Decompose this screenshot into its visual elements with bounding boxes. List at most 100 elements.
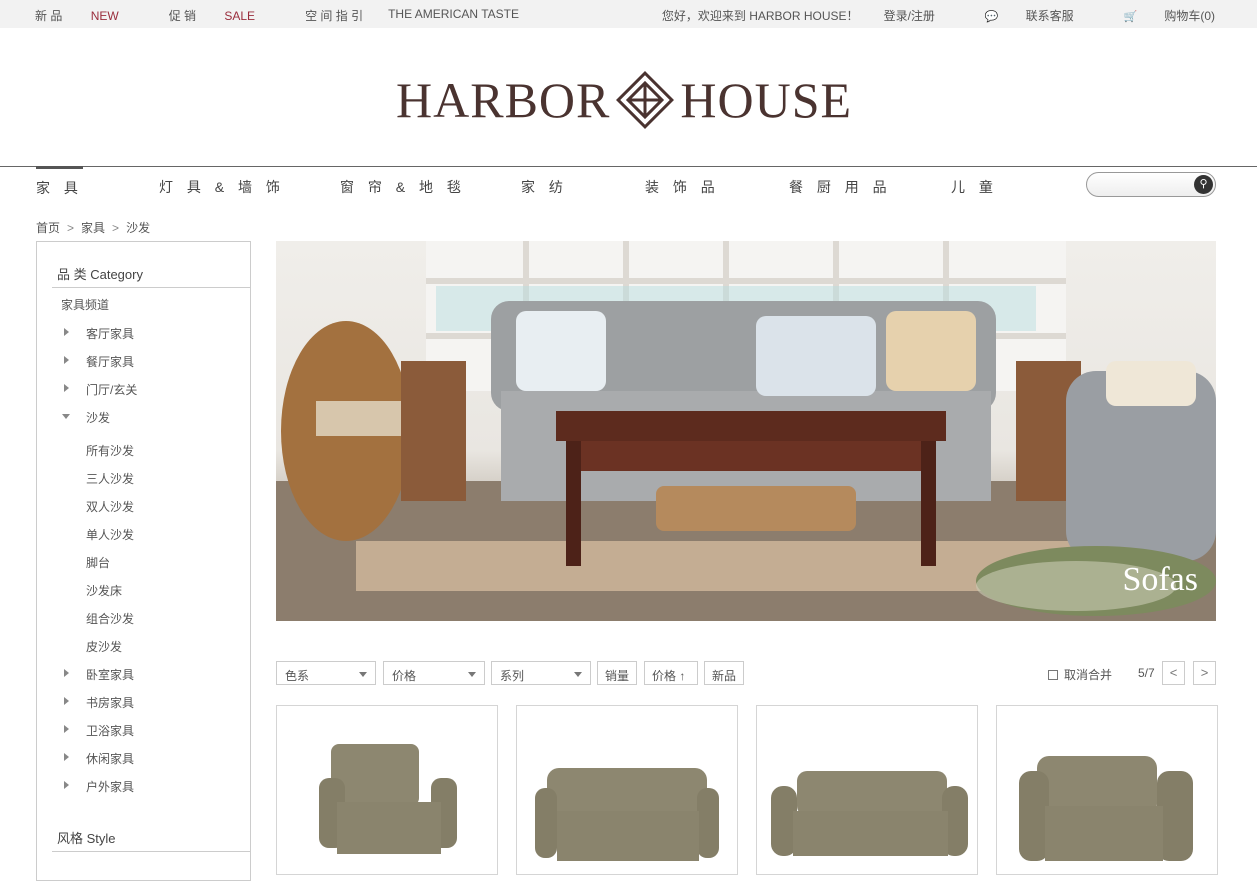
chevron-down-icon (574, 672, 582, 677)
sidebar-item-bedroom[interactable]: 卧室家具 (86, 666, 134, 683)
site-logo[interactable]: HARBOR HOUSE (396, 70, 866, 130)
chevron-right-icon (64, 725, 69, 733)
product-card[interactable] (276, 705, 498, 875)
style-divider (52, 851, 250, 852)
chevron-down-icon (468, 672, 476, 677)
color-filter-select[interactable]: 色系 (276, 661, 376, 685)
page-indicator: 5/7 (1138, 666, 1155, 680)
sidebar-item-leisure[interactable]: 休闲家具 (86, 750, 134, 767)
nav-item-curtains[interactable]: 窗 帘 & 地 毯 (340, 177, 466, 197)
sidebar-item-outdoor[interactable]: 户外家具 (86, 778, 134, 795)
sidebar-sub-all[interactable]: 所有沙发 (86, 442, 134, 459)
nav-item-kitchen[interactable]: 餐 厨 用 品 (789, 177, 892, 197)
hero-caption: Sofas (1122, 561, 1198, 598)
chevron-right-icon (64, 697, 69, 705)
chevron-down-icon (359, 672, 367, 677)
logo-left-text: HARBOR (396, 72, 611, 128)
main-nav: 家 具 灯 具 & 墙 饰 窗 帘 & 地 毯 家 纺 装 饰 品 餐 厨 用 … (0, 166, 1257, 207)
category-sidebar: 品 类 Category 家具频道 客厅家具 餐厅家具 门厅/玄关 沙发 所有沙… (36, 241, 251, 881)
sidebar-item-living[interactable]: 客厅家具 (86, 325, 134, 342)
breadcrumb-home[interactable]: 首页 (36, 221, 60, 235)
price-filter-label: 价格 (392, 669, 417, 683)
cancel-merge-button[interactable]: 取消合并 (1048, 666, 1112, 683)
sidebar-item-study[interactable]: 书房家具 (86, 694, 134, 711)
filter-bar: 色系 价格 系列 销量 价格 ↑ 新品 取消合并 5/7 < > (276, 661, 1216, 685)
new-link[interactable]: 新 品 NEW (35, 7, 144, 24)
breadcrumb-sofa[interactable]: 沙发 (126, 221, 150, 235)
nav-item-textiles[interactable]: 家 纺 (521, 177, 568, 197)
color-filter-label: 色系 (285, 669, 310, 683)
series-filter-select[interactable]: 系列 (491, 661, 591, 685)
chevron-right-icon (64, 781, 69, 789)
chevron-right-icon (64, 356, 69, 364)
sidebar-item-entry[interactable]: 门厅/玄关 (86, 381, 137, 398)
logo-right-text: HOUSE (680, 72, 853, 128)
sidebar-sub-sectional[interactable]: 组合沙发 (86, 610, 134, 627)
style-heading: 风格 Style (57, 831, 116, 846)
chevron-right-icon (64, 384, 69, 392)
space-guide-link[interactable]: 空 间 指 引 (305, 7, 363, 24)
logo-knot-icon (616, 71, 675, 129)
nav-item-furniture[interactable]: 家 具 (36, 166, 83, 198)
category-heading: 品 类 Category (57, 267, 143, 282)
sidebar-sub-three[interactable]: 三人沙发 (86, 470, 134, 487)
breadcrumb-sep: > (67, 221, 75, 235)
cart-link[interactable]: 🛒 购物车(0) (1099, 7, 1215, 24)
service-label: 联系客服 (1025, 9, 1074, 23)
sort-price-label: 价格 (652, 669, 677, 683)
product-card[interactable] (756, 705, 978, 875)
sale-en: SALE (224, 9, 256, 23)
price-filter-select[interactable]: 价格 (383, 661, 485, 685)
breadcrumb-furniture[interactable]: 家具 (81, 221, 105, 235)
search-input[interactable]: ⚲ (1086, 172, 1216, 197)
category-divider (52, 287, 250, 288)
armchair-image (319, 744, 457, 854)
new-en: NEW (90, 9, 119, 23)
login-link[interactable]: 登录/注册 (884, 7, 935, 24)
chevron-right-icon (64, 669, 69, 677)
product-card[interactable] (996, 705, 1218, 875)
sidebar-sub-single[interactable]: 单人沙发 (86, 526, 134, 543)
sidebar-channel[interactable]: 家具频道 (61, 296, 109, 313)
cancel-merge-label: 取消合并 (1064, 668, 1113, 682)
breadcrumb-sep: > (112, 221, 120, 235)
cart-label: 购物车(0) (1164, 9, 1215, 23)
nav-item-lighting[interactable]: 灯 具 & 墙 饰 (159, 177, 285, 197)
chevron-right-icon (64, 753, 69, 761)
sort-price-button[interactable]: 价格 ↑ (644, 661, 698, 685)
living-room-image (276, 241, 1216, 621)
arrow-up-icon: ↑ (679, 669, 686, 683)
sidebar-item-sofa[interactable]: 沙发 (86, 409, 110, 426)
loveseat-image (535, 768, 719, 861)
series-filter-label: 系列 (500, 669, 525, 683)
sidebar-sub-two[interactable]: 双人沙发 (86, 498, 134, 515)
sidebar-sub-sofabed[interactable]: 沙发床 (86, 582, 122, 599)
product-card[interactable] (516, 705, 738, 875)
nav-item-decor[interactable]: 装 饰 品 (645, 177, 720, 197)
sort-new-button[interactable]: 新品 (704, 661, 745, 685)
sort-sales-button[interactable]: 销量 (597, 661, 638, 685)
sale-link[interactable]: 促 销 SALE (169, 7, 280, 24)
american-taste-link[interactable]: THE AMERICAN TASTE (388, 7, 519, 24)
chevron-right-icon (64, 328, 69, 336)
cart-icon: 🛒 (1123, 11, 1138, 23)
next-page-button[interactable]: > (1193, 661, 1216, 685)
nav-item-kids[interactable]: 儿 童 (951, 177, 998, 197)
breadcrumb: 首页 > 家具 > 沙发 (36, 219, 150, 236)
hero-banner[interactable]: Sofas (276, 241, 1216, 621)
chevron-down-icon (62, 414, 70, 419)
prev-page-button[interactable]: < (1162, 661, 1185, 685)
printer-icon (1048, 670, 1058, 680)
new-label: 新 品 (35, 9, 63, 23)
sidebar-item-dining[interactable]: 餐厅家具 (86, 353, 134, 370)
sidebar-item-bath[interactable]: 卫浴家具 (86, 722, 134, 739)
welcome-text: 您好，欢迎来到 HARBOR HOUSE！ (661, 9, 859, 23)
oversized-chair-image (1019, 756, 1193, 861)
sidebar-sub-ottoman[interactable]: 脚台 (86, 554, 110, 571)
search-icon[interactable]: ⚲ (1194, 175, 1213, 194)
chat-icon: 💬 (984, 11, 999, 23)
service-link[interactable]: 💬 联系客服 (960, 7, 1074, 24)
sofa-image (771, 771, 968, 856)
sale-label: 促 销 (168, 9, 197, 23)
sidebar-sub-leather[interactable]: 皮沙发 (86, 638, 122, 655)
